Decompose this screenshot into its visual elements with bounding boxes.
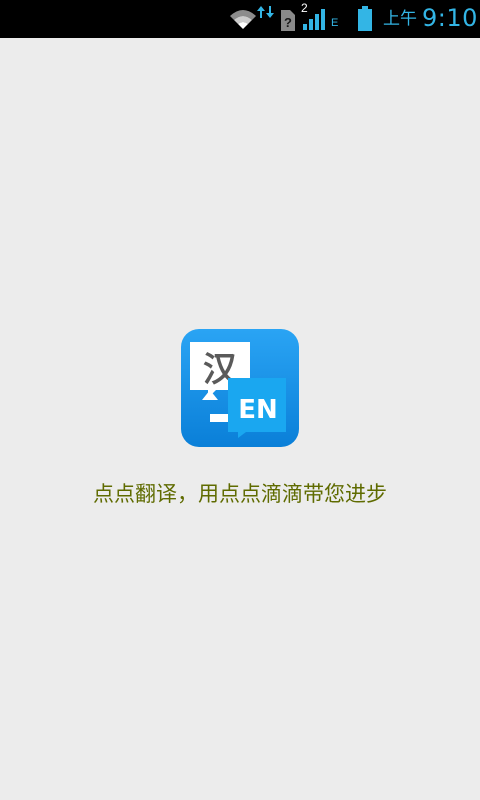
target-text-label: EN bbox=[238, 395, 278, 425]
tagline: 点点翻译，用点点滴滴带您进步 bbox=[93, 482, 387, 506]
translate-app-logo-icon: 汉 EN bbox=[181, 329, 299, 447]
status-bar: ? 2 E 上午 9:10 bbox=[0, 0, 480, 38]
wifi-icon bbox=[230, 10, 256, 29]
data-activity-icon bbox=[257, 6, 274, 18]
no-sim-icon: ? bbox=[281, 10, 295, 31]
clock-time: 9:10 bbox=[422, 4, 478, 32]
svg-text:?: ? bbox=[284, 15, 292, 30]
clock-prefix: 上午 bbox=[383, 9, 417, 29]
splash-screen: 汉 EN 点点翻译，用点点滴滴带您进步 bbox=[0, 38, 480, 800]
network-type-label: E bbox=[331, 17, 339, 29]
battery-icon bbox=[358, 6, 372, 31]
signal-icon bbox=[303, 9, 325, 30]
